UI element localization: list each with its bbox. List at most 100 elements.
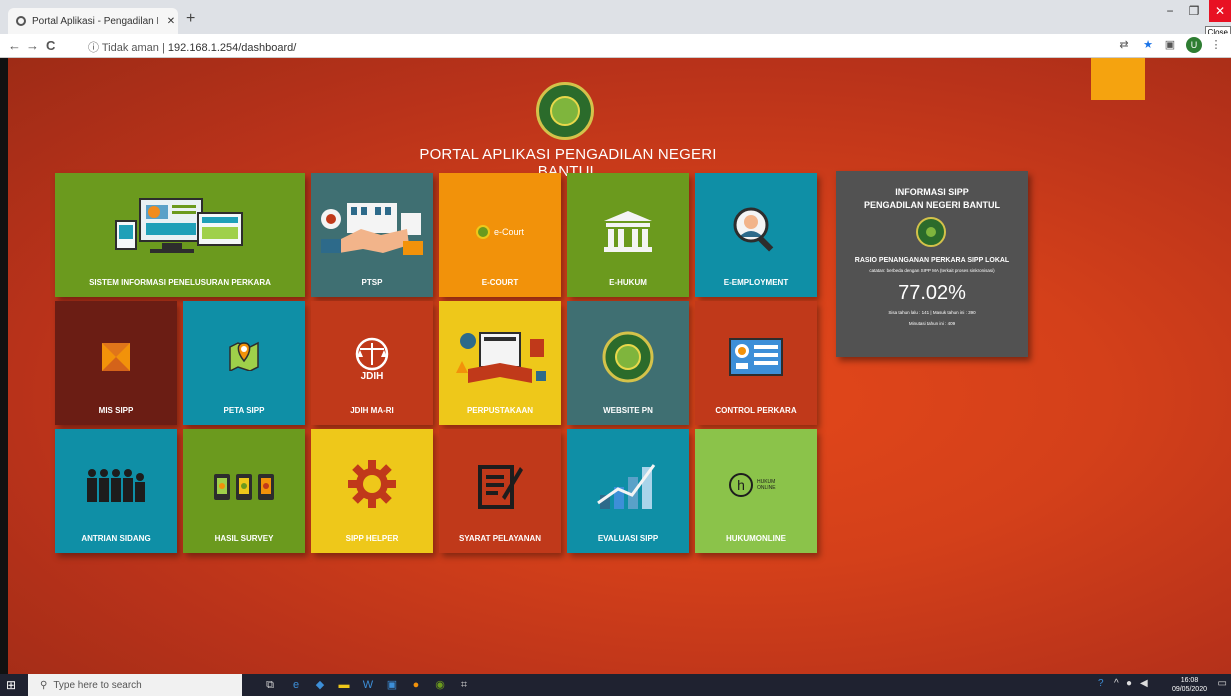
clock-time: 16:08	[1180, 677, 1199, 684]
tile-label: SISTEM INFORMASI PENELUSURAN PERKARA	[89, 278, 271, 287]
tile-peta-sipp[interactable]: PETA SIPP	[183, 301, 305, 425]
tile-syarat-pelayanan[interactable]: SYARAT PELAYANAN	[439, 429, 561, 553]
tile-label: ANTRIAN SIDANG	[81, 534, 151, 543]
tile-label: EVALUASI SIPP	[597, 534, 659, 543]
tile-mis-sipp[interactable]: MIS SIPP	[55, 301, 177, 425]
tile-label: HUKUMONLINE	[726, 534, 786, 543]
window-close-button[interactable]: ✕	[1209, 0, 1231, 22]
back-icon[interactable]: ←	[8, 38, 21, 53]
tile-label: SIPP HELPER	[345, 534, 399, 543]
tile-label: CONTROL PERKARA	[715, 406, 797, 415]
court-emblem-small	[916, 217, 946, 247]
profile-avatar[interactable]: U	[1186, 37, 1202, 53]
rasio-label: RASIO PENANGANAN PERKARA SIPP LOKAL	[854, 257, 1010, 264]
security-label: Tidak aman	[101, 42, 159, 54]
document-edit-icon	[476, 461, 524, 511]
browser-tab[interactable]: Portal Aplikasi - Pengadilan Neg ✕	[8, 8, 178, 34]
globe-icon	[16, 16, 26, 26]
new-tab-button[interactable]: +	[186, 10, 195, 28]
windows-taskbar: ⊞ ⚲ Type here to search ⧉ e ◆ ▬ W ▣ ● ◉ …	[0, 674, 1231, 696]
minutasi-text: Minutasi tahun ini : 409	[908, 321, 956, 326]
url-text: 192.168.1.254/dashboard/	[167, 42, 297, 54]
tile-label: E-EMPLOYMENT	[723, 278, 789, 287]
chrome-icon[interactable]: ◉	[432, 677, 448, 693]
task-view-icon[interactable]: ⧉	[262, 677, 278, 693]
notification-icon[interactable]: ▭	[1218, 678, 1227, 689]
e-court-logo-icon: e-Court	[460, 221, 540, 243]
survey-phones-icon	[212, 473, 276, 501]
tile-jdih[interactable]: JDIH JDIH MA-RI	[311, 301, 433, 425]
forward-icon[interactable]: →	[26, 38, 39, 53]
search-icon: ⚲	[40, 679, 48, 691]
address-bar: ← → C ⓘ Tidak aman | 192.168.1.254/dashb…	[0, 34, 1231, 58]
scales-of-justice-icon: JDIH	[346, 333, 398, 385]
tile-ptsp[interactable]: PTSP	[311, 173, 433, 297]
help-icon[interactable]: ?	[1098, 678, 1104, 689]
info-icon[interactable]: ⓘ	[88, 42, 99, 54]
court-logo	[536, 82, 594, 140]
network-icon[interactable]: ●	[1126, 678, 1132, 689]
tile-label: HASIL SURVEY	[214, 534, 274, 543]
sisa-masuk-text: Sisa tahun lalu : 141 | Masuk tahun ini …	[888, 310, 976, 315]
employee-search-icon	[731, 205, 781, 255]
tile-evaluasi-sipp[interactable]: EVALUASI SIPP	[567, 429, 689, 553]
restore-icon[interactable]: ❐	[1183, 0, 1205, 22]
courthouse-icon	[602, 209, 654, 253]
tile-perpustakaan[interactable]: PERPUSTAKAAN	[439, 301, 561, 425]
tab-close-icon[interactable]: ✕	[164, 16, 178, 27]
tile-label: PTSP	[361, 278, 383, 287]
bar-chart-arrow-icon	[596, 459, 660, 511]
catatan-text: catatan: berbeda dengan SIPP MA (terkait…	[869, 268, 995, 273]
dashboard-panel-icon	[728, 337, 784, 377]
volume-icon[interactable]: ◀	[1140, 678, 1148, 689]
tile-website-pn[interactable]: WEBSITE PN	[567, 301, 689, 425]
word-icon[interactable]: W	[360, 677, 376, 693]
tile-hukumonline[interactable]: h HUKUM ONLINE HUKUMONLINE	[695, 429, 817, 553]
info-title-line1: INFORMASI SIPP	[895, 187, 969, 197]
tile-label: PERPUSTAKAAN	[466, 406, 534, 415]
extension-icon[interactable]: ▣	[1162, 37, 1178, 53]
queue-people-icon	[84, 465, 148, 505]
tile-e-employment[interactable]: E-EMPLOYMENT	[695, 173, 817, 297]
tile-label: SYARAT PELAYANAN	[458, 534, 542, 543]
tab-strip: Portal Aplikasi - Pengadilan Neg ✕ + − ❐…	[0, 0, 1231, 39]
tile-hasil-survey[interactable]: HASIL SURVEY	[183, 429, 305, 553]
tile-e-court[interactable]: e-Court E-COURT	[439, 173, 561, 297]
edge-browser-icon[interactable]: e	[288, 677, 304, 693]
tile-sipp-helper[interactable]: SIPP HELPER	[311, 429, 433, 553]
url-field[interactable]: ⓘ Tidak aman | 192.168.1.254/dashboard/	[88, 39, 296, 55]
media-player-icon[interactable]: ⌗	[456, 677, 472, 693]
tile-sipp[interactable]: SISTEM INFORMASI PENELUSURAN PERKARA	[55, 173, 305, 297]
taskbar-search[interactable]: ⚲ Type here to search	[28, 674, 242, 696]
clock-date: 09/05/2020	[1171, 686, 1207, 693]
handshake-building-icon	[317, 199, 427, 259]
file-explorer-icon[interactable]: ▬	[336, 677, 352, 693]
tray-chevron-icon[interactable]: ^	[1114, 678, 1119, 689]
bookmark-star-icon[interactable]: ★	[1140, 37, 1156, 53]
tile-label: PETA SIPP	[223, 406, 265, 415]
menu-icon[interactable]: ⋮	[1208, 37, 1224, 53]
store-icon[interactable]: ◆	[312, 677, 328, 693]
info-title-line2: PENGADILAN NEGERI BANTUL	[863, 200, 1000, 210]
minimize-icon[interactable]: −	[1159, 0, 1181, 22]
gear-icon	[347, 459, 397, 509]
windows-start-icon[interactable]: ⊞	[6, 678, 16, 692]
translate-icon[interactable]: ⇄	[1116, 37, 1132, 53]
tile-control-perkara[interactable]: CONTROL PERKARA	[695, 301, 817, 425]
map-pin-icon	[228, 339, 260, 371]
court-emblem-icon	[602, 331, 654, 383]
tile-antrian-sidang[interactable]: ANTRIAN SIDANG	[55, 429, 177, 553]
reload-icon[interactable]: C	[46, 38, 55, 53]
rasio-percentage: 77.02%	[898, 282, 966, 304]
library-books-icon	[450, 325, 550, 389]
corner-orange-box	[1091, 58, 1145, 100]
tile-e-hukum[interactable]: E-HUKUM	[567, 173, 689, 297]
envelope-icon	[102, 343, 130, 371]
tile-label: WEBSITE PN	[603, 406, 653, 415]
photos-icon[interactable]: ▣	[384, 677, 400, 693]
system-clock[interactable]: 16:08 09/05/2020	[1172, 676, 1207, 694]
hukumonline-logo-text: HUKUM ONLINE	[757, 479, 776, 491]
paint-icon[interactable]: ●	[408, 677, 424, 693]
tile-label: MIS SIPP	[98, 406, 134, 415]
info-sipp-panel: INFORMASI SIPP PENGADILAN NEGERI BANTUL …	[836, 171, 1028, 357]
